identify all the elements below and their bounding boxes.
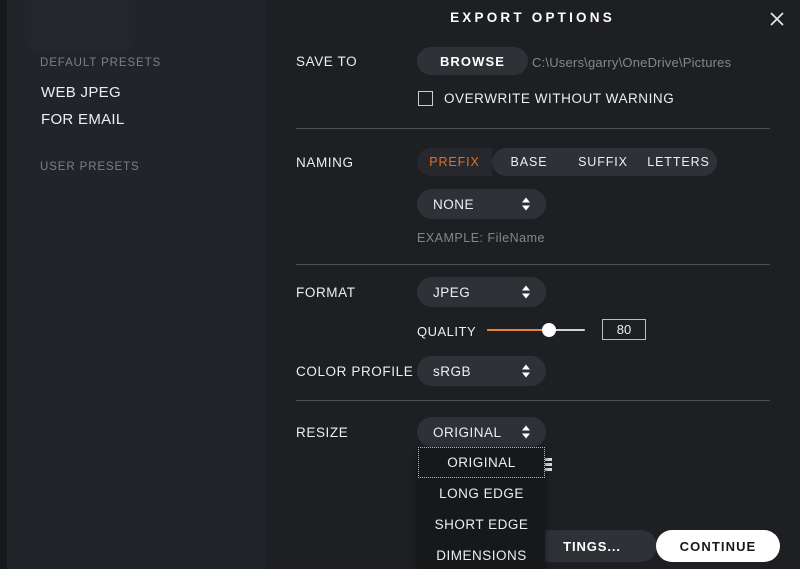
format-select[interactable]: JPEG bbox=[417, 277, 546, 307]
sidebar-item-for-email[interactable]: FOR EMAIL bbox=[41, 111, 125, 128]
naming-tab-prefix[interactable]: PREFIX bbox=[417, 148, 492, 176]
sidebar-item-web-jpeg[interactable]: WEB JPEG bbox=[41, 84, 121, 101]
naming-tab-base[interactable]: BASE bbox=[492, 148, 566, 176]
overwrite-without-warning-row[interactable]: OVERWRITE WITHOUT WARNING bbox=[418, 91, 674, 106]
resize-option-short-edge[interactable]: SHORT EDGE bbox=[418, 509, 545, 540]
dialog-title: EXPORT OPTIONS bbox=[450, 10, 615, 25]
divider-3 bbox=[296, 400, 770, 401]
quality-value-input[interactable]: 80 bbox=[602, 319, 646, 340]
naming-label: NAMING bbox=[296, 155, 354, 170]
overwrite-checkbox-label: OVERWRITE WITHOUT WARNING bbox=[444, 91, 675, 106]
close-icon[interactable] bbox=[764, 6, 790, 32]
resize-select[interactable]: ORIGINAL bbox=[417, 417, 546, 447]
chevron-updown-icon bbox=[522, 364, 530, 378]
save-path-text: C:\Users\garry\OneDrive\Pictures bbox=[532, 55, 732, 70]
color-profile-select-value: sRGB bbox=[433, 363, 472, 379]
continue-button[interactable]: CONTINUE bbox=[656, 530, 780, 562]
quality-slider-fill bbox=[487, 329, 548, 331]
divider-1 bbox=[296, 128, 770, 129]
window-left-edge bbox=[0, 0, 7, 569]
decorative-panel-shape bbox=[25, 0, 135, 52]
export-options-dialog: DEFAULT PRESETS WEB JPEG FOR EMAIL USER … bbox=[0, 0, 800, 569]
color-profile-label: COLOR PROFILE bbox=[296, 364, 414, 379]
resize-select-value: ORIGINAL bbox=[433, 424, 502, 440]
browse-button[interactable]: BROWSE bbox=[417, 47, 528, 75]
save-to-label: SAVE TO bbox=[296, 54, 358, 69]
resize-dropdown-list: ORIGINAL LONG EDGE SHORT EDGE DIMENSIONS bbox=[418, 447, 545, 569]
chevron-updown-icon bbox=[522, 197, 530, 211]
resize-label: RESIZE bbox=[296, 425, 349, 440]
format-select-value: JPEG bbox=[433, 284, 471, 300]
format-label: FORMAT bbox=[296, 285, 356, 300]
sidebar-section-user-presets: USER PRESETS bbox=[40, 161, 140, 173]
naming-example-text: EXAMPLE: FileName bbox=[417, 231, 545, 245]
naming-tab-suffix[interactable]: SUFFIX bbox=[566, 148, 640, 176]
color-profile-select[interactable]: sRGB bbox=[417, 356, 546, 386]
resize-option-dimensions[interactable]: DIMENSIONS bbox=[418, 540, 545, 569]
resize-option-long-edge[interactable]: LONG EDGE bbox=[418, 478, 545, 509]
presets-sidebar: DEFAULT PRESETS WEB JPEG FOR EMAIL USER … bbox=[7, 0, 265, 569]
sidebar-section-default-presets: DEFAULT PRESETS bbox=[40, 57, 162, 69]
options-panel: EXPORT OPTIONS SAVE TO BROWSE C:\Users\g… bbox=[265, 0, 800, 569]
divider-2 bbox=[296, 264, 770, 265]
overwrite-checkbox[interactable] bbox=[418, 91, 433, 106]
naming-prefix-select[interactable]: NONE bbox=[417, 189, 546, 219]
chevron-updown-icon bbox=[522, 425, 530, 439]
chevron-updown-icon bbox=[522, 285, 530, 299]
quality-label: QUALITY bbox=[417, 324, 477, 339]
quality-slider-knob[interactable] bbox=[542, 323, 556, 337]
naming-tab-letters[interactable]: LETTERS bbox=[640, 148, 717, 176]
resize-option-original[interactable]: ORIGINAL bbox=[418, 447, 545, 478]
naming-prefix-select-value: NONE bbox=[433, 196, 475, 212]
naming-tab-group: PREFIX BASE SUFFIX LETTERS bbox=[417, 148, 717, 176]
